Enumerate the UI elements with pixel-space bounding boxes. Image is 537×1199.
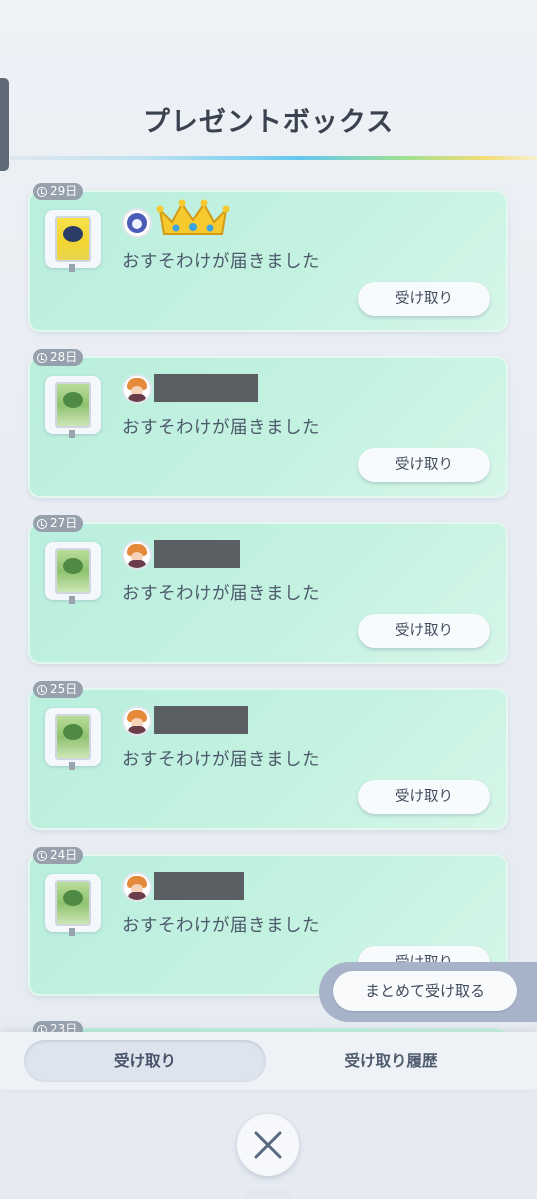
gift-message: おすそわけが届きました <box>122 916 320 936</box>
crown-icon <box>156 199 230 235</box>
gift-card: 28日 おすそわけが届きました 受け取り <box>28 349 508 498</box>
redacted-username <box>154 374 258 402</box>
tab-history[interactable]: 受け取り履歴 <box>280 1040 502 1082</box>
card-image <box>55 548 91 594</box>
close-icon <box>254 1131 282 1159</box>
days-remaining-badge: 25日 <box>33 681 84 698</box>
bottom-handle <box>246 1190 290 1199</box>
days-remaining: 29日 <box>50 184 78 198</box>
gift-card: 29日 おすそわけが届きました 受け取り <box>28 183 508 332</box>
clock-icon <box>37 518 47 529</box>
trainer-avatar <box>122 706 152 736</box>
clock-icon <box>37 850 47 861</box>
tab-receive[interactable]: 受け取り <box>24 1040 266 1082</box>
clock-icon <box>37 352 47 363</box>
gift-card: 27日 おすそわけが届きました 受け取り <box>28 515 508 664</box>
ghost-avatar <box>122 208 152 238</box>
days-remaining: 24日 <box>50 848 78 862</box>
gift-message: おすそわけが届きました <box>122 418 320 438</box>
days-remaining-badge: 29日 <box>33 183 84 200</box>
days-remaining: 27日 <box>50 516 78 530</box>
card-thumbnail[interactable] <box>45 874 101 936</box>
redacted-username <box>154 706 248 734</box>
bulk-receive-panel: まとめて受け取る <box>319 962 537 1022</box>
clock-icon <box>37 186 47 197</box>
days-remaining-badge: 24日 <box>33 847 84 864</box>
receive-button[interactable]: 受け取り <box>358 282 490 316</box>
card-thumbnail[interactable] <box>45 376 101 438</box>
tab-bar: 受け取り 受け取り履歴 <box>0 1032 537 1090</box>
redacted-username <box>154 540 240 568</box>
page-title: プレゼントボックス <box>142 107 395 138</box>
days-remaining: 25日 <box>50 682 78 696</box>
trainer-avatar <box>122 374 152 404</box>
gift-card: 25日 おすそわけが届きました 受け取り <box>28 681 508 830</box>
days-remaining-badge: 28日 <box>33 349 84 366</box>
bulk-receive-button[interactable]: まとめて受け取る <box>333 971 517 1011</box>
card-thumbnail[interactable] <box>45 542 101 604</box>
days-remaining: 28日 <box>50 350 78 364</box>
receive-button[interactable]: 受け取り <box>358 614 490 648</box>
trainer-avatar <box>122 540 152 570</box>
receive-button[interactable]: 受け取り <box>358 448 490 482</box>
card-image <box>55 382 91 428</box>
card-image <box>55 880 91 926</box>
header: プレゼントボックス <box>0 0 537 160</box>
gift-message: おすそわけが届きました <box>122 584 320 604</box>
header-divider <box>10 156 537 160</box>
card-image <box>55 216 91 262</box>
gift-message: おすそわけが届きました <box>122 750 320 770</box>
card-thumbnail[interactable] <box>45 210 101 272</box>
gift-message: おすそわけが届きました <box>122 252 320 272</box>
days-remaining-badge: 27日 <box>33 515 84 532</box>
card-image <box>55 714 91 760</box>
card-thumbnail[interactable] <box>45 708 101 770</box>
trainer-avatar <box>122 872 152 902</box>
close-button[interactable] <box>237 1114 299 1176</box>
receive-button[interactable]: 受け取り <box>358 780 490 814</box>
redacted-username <box>154 872 244 900</box>
clock-icon <box>37 684 47 695</box>
